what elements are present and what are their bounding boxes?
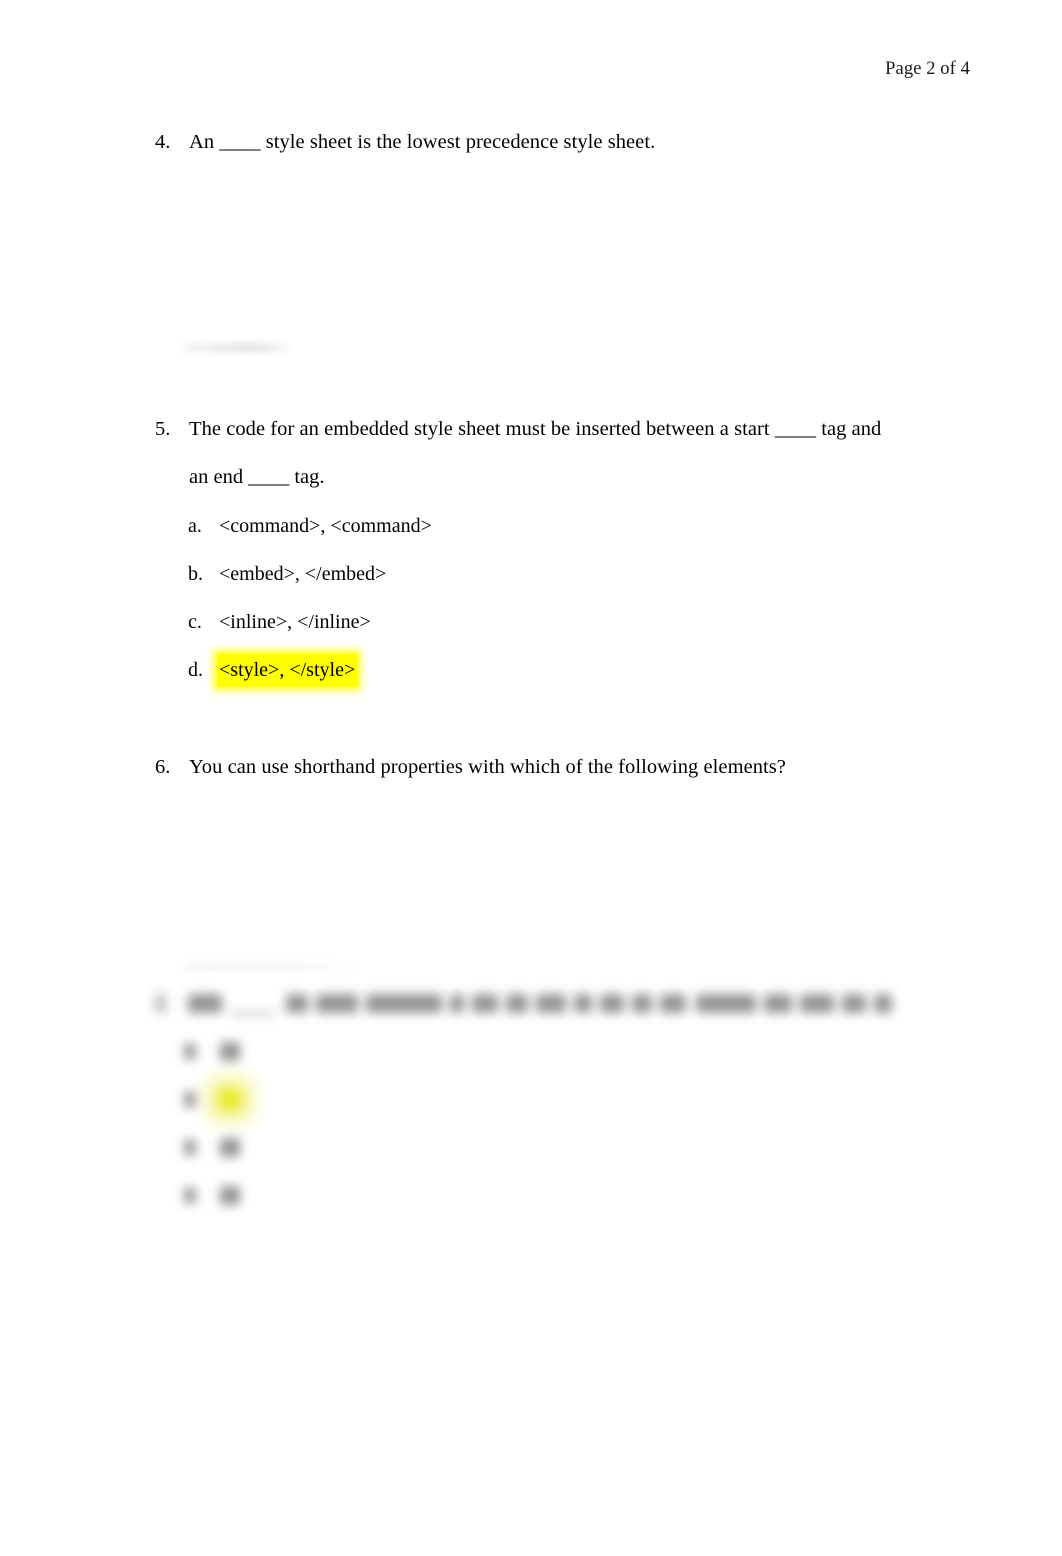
option-7-c-value-blurred	[220, 1138, 240, 1157]
option-5-c-letter: c.	[188, 611, 202, 633]
option-5-d-text-highlighted: <style>, </style>	[217, 654, 358, 687]
question-5-text: The code for an embedded style sheet mus…	[189, 418, 882, 440]
option-5-d[interactable]: d. <style>, </style>	[188, 654, 432, 703]
option-5-a-text: <command>, <command>	[219, 515, 432, 537]
option-5-a[interactable]: a. <command>, <command>	[188, 511, 432, 559]
option-7-c-letter-blurred	[183, 1139, 197, 1156]
option-7-d-letter-blurred	[183, 1187, 197, 1204]
question-4-text: An ____ style sheet is the lowest preced…	[189, 131, 656, 153]
option-7-a-letter-blurred	[183, 1043, 197, 1060]
question-7-blurred-text	[150, 988, 895, 1022]
page-number-header: Page 2 of 4	[885, 59, 970, 79]
option-7-d-value-blurred	[220, 1186, 240, 1205]
blurred-divider-rule	[176, 965, 362, 968]
document-page: Page 2 of 4 4. An ____ style sheet is th…	[0, 0, 1062, 1556]
option-7-a-value-blurred	[220, 1042, 240, 1061]
option-7-b-letter-blurred	[183, 1091, 197, 1108]
question-4-line: 4. An ____ style sheet is the lowest pre…	[155, 127, 1015, 158]
question-6-text: You can use shorthand properties with wh…	[189, 756, 786, 778]
question-4-number: 4.	[155, 131, 171, 153]
option-5-c-text: <inline>, </inline>	[219, 611, 371, 633]
question-6-line: 6. You can use shorthand properties with…	[155, 752, 1015, 783]
question-4: 4. An ____ style sheet is the lowest pre…	[155, 127, 1015, 158]
option-5-c[interactable]: c. <inline>, </inline>	[188, 607, 432, 655]
question-7-number-blurred	[155, 994, 166, 1013]
option-5-d-letter: d.	[188, 659, 203, 681]
question-6: 6. You can use shorthand properties with…	[155, 752, 1015, 783]
question-5-number: 5.	[155, 418, 171, 440]
faded-answer-mark-2	[205, 344, 291, 352]
option-5-b-letter: b.	[188, 563, 203, 585]
question-5: 5. The code for an embedded style sheet …	[155, 414, 1015, 493]
option-7-b-value-blurred-highlighted	[220, 1090, 240, 1109]
option-5-b-text: <embed>, </embed>	[219, 563, 387, 585]
question-5-line: 5. The code for an embedded style sheet …	[155, 414, 1015, 445]
question-5-options: a. <command>, <command> b. <embed>, </em…	[188, 511, 432, 703]
question-6-number: 6.	[155, 756, 171, 778]
option-5-b[interactable]: b. <embed>, </embed>	[188, 559, 432, 607]
option-5-a-letter: a.	[188, 515, 202, 537]
question-5-text-continued: an end ____ tag.	[189, 466, 325, 488]
